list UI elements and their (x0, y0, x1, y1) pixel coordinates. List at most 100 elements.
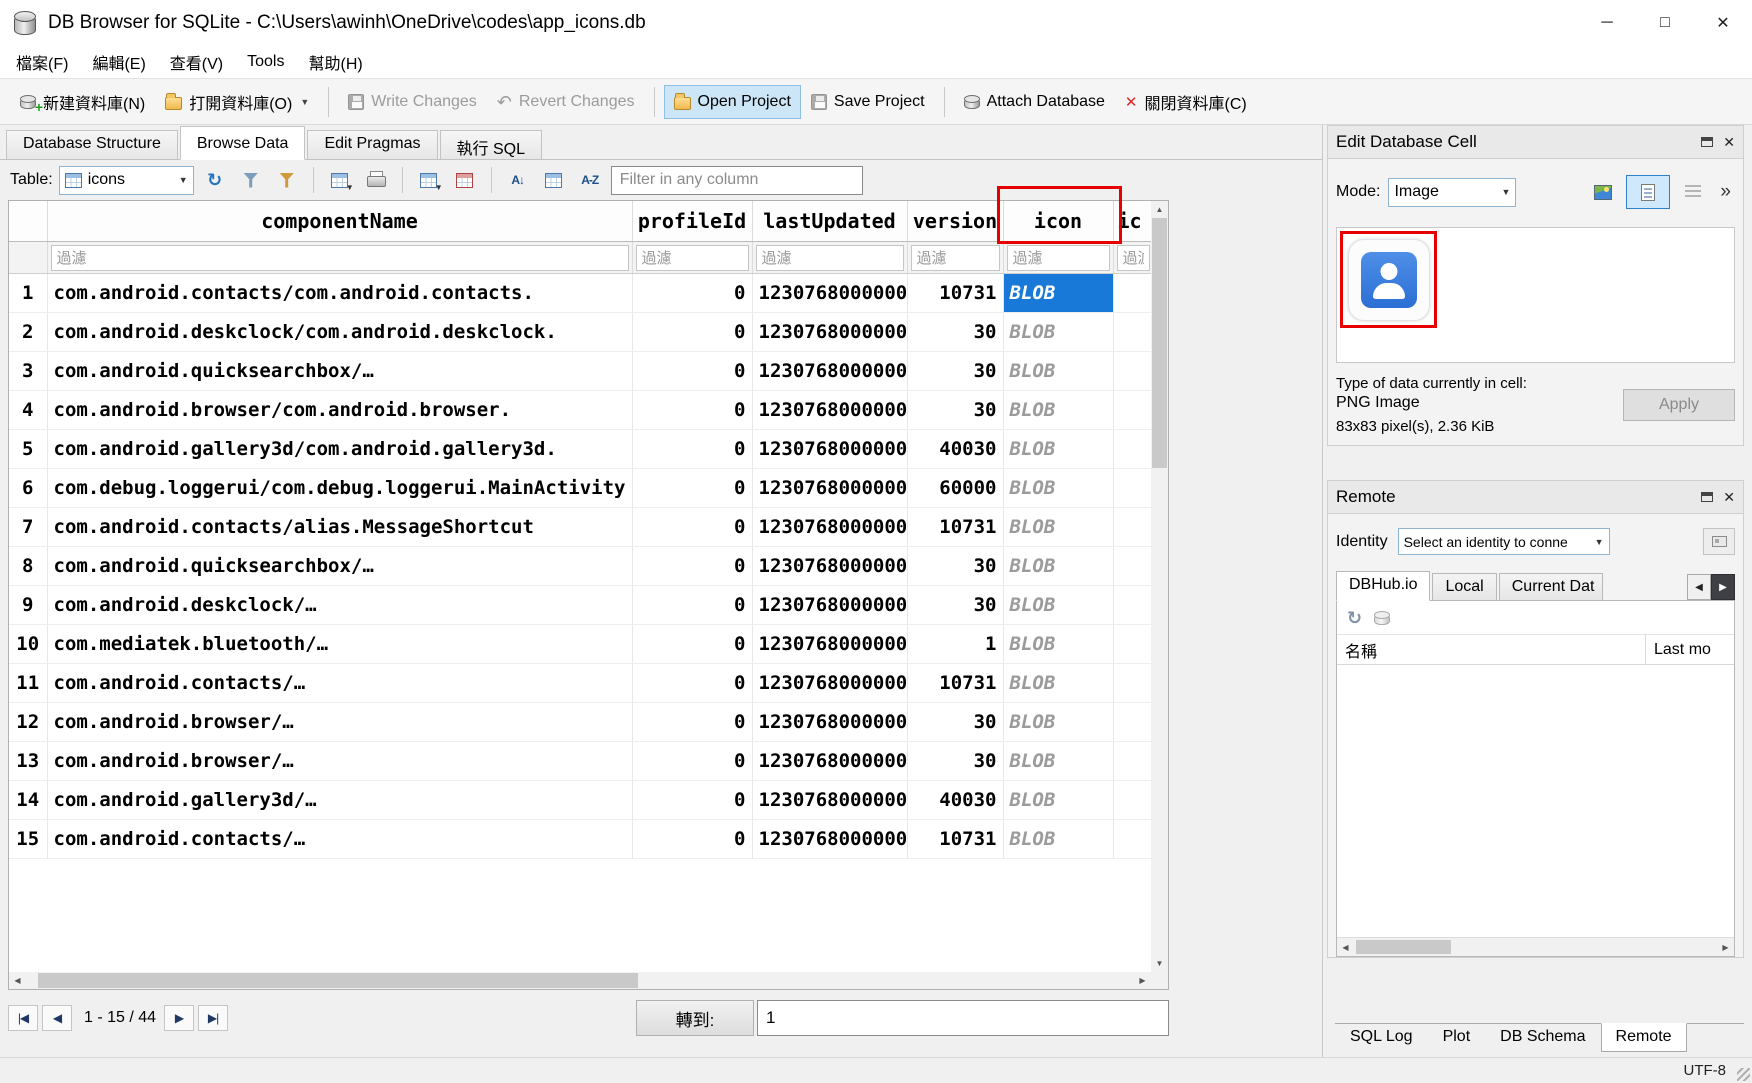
row-number-cell[interactable]: 6 (9, 469, 47, 508)
row-number-cell[interactable]: 11 (9, 664, 47, 703)
vertical-scrollbar[interactable]: ▲ ▼ (1151, 201, 1168, 972)
cell-profileId[interactable]: 0 (632, 352, 752, 391)
col-overflow[interactable]: ic (1113, 201, 1151, 241)
cell-version[interactable]: 10731 (907, 274, 1003, 313)
cell-lastUpdated[interactable]: 1230768000000 (752, 430, 907, 469)
import-button[interactable] (1585, 176, 1621, 208)
cell-profileId[interactable]: 0 (632, 391, 752, 430)
cell-componentName[interactable]: com.android.contacts/… (47, 820, 632, 859)
open-database-button[interactable]: 打開資料庫(O) ▼ (155, 82, 319, 122)
row-number-cell[interactable]: 10 (9, 625, 47, 664)
cell-overflow[interactable] (1113, 313, 1151, 352)
cell-overflow[interactable] (1113, 391, 1151, 430)
cell-version[interactable]: 30 (907, 547, 1003, 586)
apply-button[interactable]: Apply (1623, 389, 1735, 421)
menu-file[interactable]: 檔案(F) (4, 46, 80, 78)
row-number-cell[interactable]: 15 (9, 820, 47, 859)
scroll-down-icon[interactable]: ▼ (1151, 955, 1168, 972)
cell-overflow[interactable] (1113, 781, 1151, 820)
goto-button[interactable]: 轉到: (636, 1000, 754, 1036)
cell-version[interactable]: 10731 (907, 820, 1003, 859)
minimize-icon[interactable]: ─ (1578, 0, 1636, 45)
cell-profileId[interactable]: 0 (632, 664, 752, 703)
cell-lastUpdated[interactable]: 1230768000000 (752, 703, 907, 742)
row-number-cell[interactable]: 4 (9, 391, 47, 430)
previous-page-button[interactable]: ◀ (42, 1005, 72, 1031)
cell-componentName[interactable]: com.android.contacts/… (47, 664, 632, 703)
last-modified-column-header[interactable]: Last mo (1646, 635, 1734, 664)
cell-version[interactable]: 30 (907, 742, 1003, 781)
menu-edit[interactable]: 編輯(E) (80, 46, 157, 78)
cell-lastUpdated[interactable]: 1230768000000 (752, 664, 907, 703)
cell-profileId[interactable]: 0 (632, 586, 752, 625)
cell-icon[interactable]: BLOB (1003, 781, 1113, 820)
remote-scrollbar-thumb[interactable] (1356, 940, 1451, 954)
close-panel-icon[interactable]: ✕ (1723, 489, 1735, 506)
refresh-remote-icon[interactable]: ↻ (1347, 609, 1362, 627)
cell-lastUpdated[interactable]: 1230768000000 (752, 469, 907, 508)
cell-componentName[interactable]: com.android.browser/… (47, 703, 632, 742)
tab-plot[interactable]: Plot (1428, 1023, 1486, 1052)
row-number-cell[interactable]: 13 (9, 742, 47, 781)
cell-overflow[interactable] (1113, 820, 1151, 859)
cell-overflow[interactable] (1113, 274, 1151, 313)
col-lastUpdated[interactable]: lastUpdated (752, 201, 907, 241)
cell-icon[interactable]: BLOB (1003, 313, 1113, 352)
close-panel-icon[interactable]: ✕ (1723, 134, 1735, 151)
open-project-button[interactable]: Open Project (664, 85, 801, 119)
filter-input-overflow[interactable] (1117, 245, 1150, 271)
cell-componentName[interactable]: com.android.gallery3d/com.android.galler… (47, 430, 632, 469)
cell-profileId[interactable]: 0 (632, 820, 752, 859)
horizontal-scrollbar[interactable]: ◀ ▶ (9, 972, 1151, 989)
cell-profileId[interactable]: 0 (632, 469, 752, 508)
row-number-cell[interactable]: 9 (9, 586, 47, 625)
revert-changes-button[interactable]: ↶ Revert Changes (487, 85, 645, 119)
float-panel-icon[interactable] (1701, 492, 1713, 502)
tab-execute-sql[interactable]: 執行 SQL (440, 130, 542, 159)
cell-version[interactable]: 10731 (907, 664, 1003, 703)
cell-icon[interactable]: BLOB (1003, 391, 1113, 430)
attach-database-button[interactable]: Attach Database (954, 85, 1115, 119)
float-panel-icon[interactable] (1701, 137, 1713, 147)
menu-tools[interactable]: Tools (235, 49, 296, 75)
maximize-icon[interactable]: □ (1636, 0, 1694, 45)
cell-profileId[interactable]: 0 (632, 430, 752, 469)
chevron-down-icon[interactable]: ▼ (300, 97, 309, 107)
filter-button[interactable] (236, 165, 266, 195)
mode-select[interactable]: Image ▼ (1388, 178, 1516, 207)
new-record-button[interactable]: ▼ (414, 165, 444, 195)
cell-icon[interactable]: BLOB (1003, 820, 1113, 859)
set-null-button[interactable] (1675, 176, 1711, 208)
cell-version[interactable]: 30 (907, 352, 1003, 391)
cell-version[interactable]: 30 (907, 391, 1003, 430)
cell-overflow[interactable] (1113, 586, 1151, 625)
col-version[interactable]: version (907, 201, 1003, 241)
cell-profileId[interactable]: 0 (632, 508, 752, 547)
cell-version[interactable]: 10731 (907, 508, 1003, 547)
tab-browse-data[interactable]: Browse Data (180, 126, 306, 160)
cell-componentName[interactable]: com.android.gallery3d/… (47, 781, 632, 820)
remote-scrollbar-track[interactable] (1354, 938, 1717, 956)
row-number-cell[interactable]: 7 (9, 508, 47, 547)
cell-componentName[interactable]: com.android.browser/… (47, 742, 632, 781)
cell-icon[interactable]: BLOB (1003, 547, 1113, 586)
cell-icon[interactable]: BLOB (1003, 430, 1113, 469)
cell-profileId[interactable]: 0 (632, 313, 752, 352)
row-number-cell[interactable]: 12 (9, 703, 47, 742)
row-number-cell[interactable]: 2 (9, 313, 47, 352)
row-number-cell[interactable]: 1 (9, 274, 47, 313)
delete-record-button[interactable] (450, 165, 480, 195)
table-select[interactable]: icons ▼ (59, 166, 194, 195)
cell-lastUpdated[interactable]: 1230768000000 (752, 391, 907, 430)
scroll-right-icon[interactable]: ▶ (1134, 972, 1151, 989)
scroll-right-icon[interactable]: ▶ (1717, 938, 1734, 956)
tab-current-database[interactable]: Current Dat (1499, 573, 1603, 600)
name-column-header[interactable]: 名稱 (1337, 635, 1646, 664)
edit-columns-button[interactable] (539, 165, 569, 195)
tab-scroll-left-icon[interactable]: ◀ (1687, 574, 1711, 600)
cell-version[interactable]: 30 (907, 313, 1003, 352)
cell-overflow[interactable] (1113, 547, 1151, 586)
tab-remote[interactable]: Remote (1601, 1023, 1687, 1052)
new-database-button[interactable]: + 新建資料庫(N) (10, 82, 155, 122)
cell-lastUpdated[interactable]: 1230768000000 (752, 820, 907, 859)
